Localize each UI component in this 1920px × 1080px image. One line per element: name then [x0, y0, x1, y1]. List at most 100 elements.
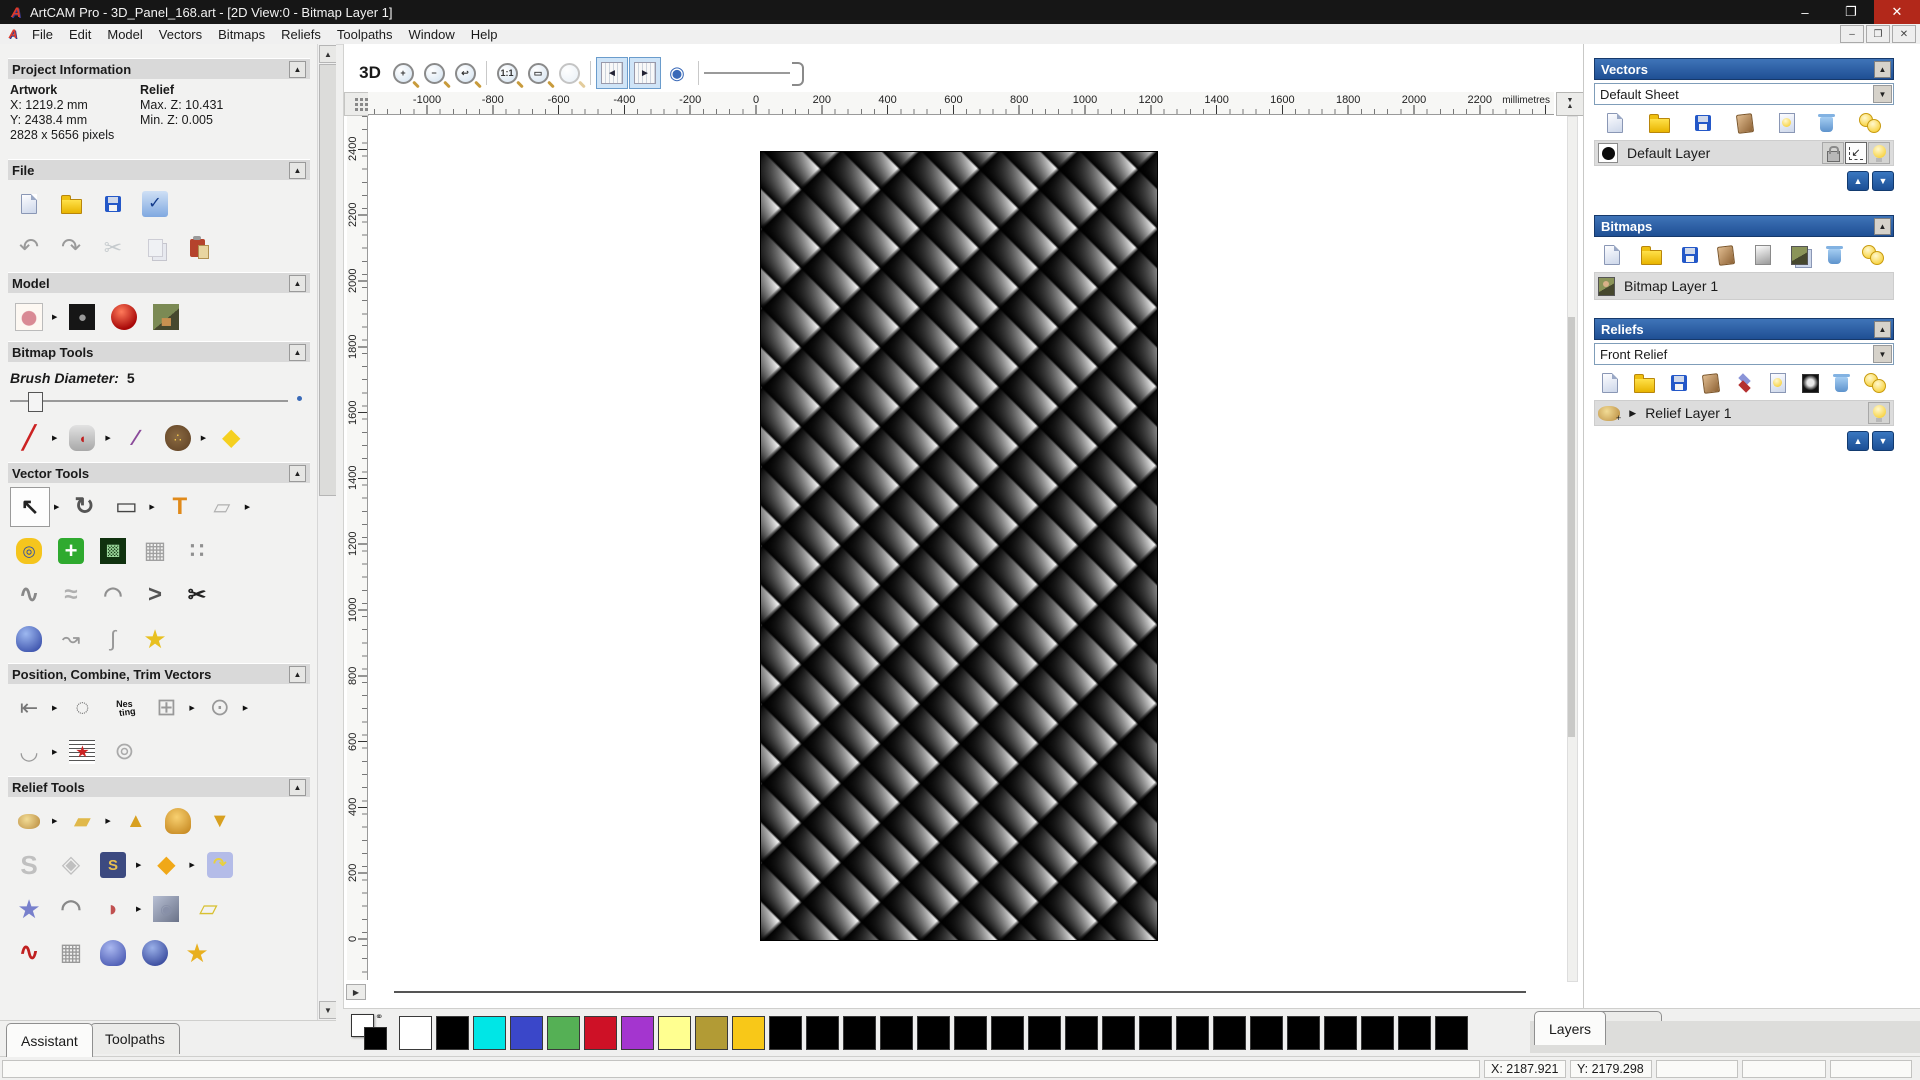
delete-vector-layer-icon[interactable] — [1808, 109, 1847, 137]
red-contour-tool[interactable]: ∿ — [10, 934, 48, 972]
lock-icon[interactable] — [1822, 142, 1844, 164]
colour-swatch[interactable] — [1176, 1016, 1209, 1050]
flyout-icon[interactable]: ▶ — [52, 313, 57, 321]
flyout-icon[interactable]: ▶ — [105, 434, 110, 442]
collapse-icon[interactable]: ▲ — [289, 343, 306, 361]
measure-tool-tool[interactable]: ▱ — [203, 488, 241, 526]
assistant-scrollbar[interactable]: ▲ ▼ — [317, 44, 336, 1020]
flyout-icon[interactable]: ▶ — [243, 704, 248, 712]
scroll-right-icon[interactable]: ▶ — [346, 984, 366, 1000]
bitmap-layer-row[interactable]: Bitmap Layer 1 — [1594, 272, 1894, 300]
tab-toolpaths[interactable]: Toolpaths — [90, 1023, 180, 1054]
flyout-icon[interactable]: ▶ — [136, 905, 141, 913]
mdi-close-button[interactable]: ✕ — [1892, 25, 1916, 43]
colour-swatch[interactable] — [1250, 1016, 1283, 1050]
colour-swatch[interactable] — [1435, 1016, 1468, 1050]
flyout-icon[interactable]: ▶ — [52, 817, 57, 825]
colour-swatch[interactable] — [658, 1016, 691, 1050]
flyout-icon[interactable]: ▶ — [52, 748, 57, 756]
fit-arcs-tool[interactable]: > — [136, 576, 174, 614]
zoom-fit-tool-button[interactable]: ▭ — [523, 58, 553, 88]
colour-swatch[interactable] — [1287, 1016, 1320, 1050]
node-editing-tool[interactable]: + — [52, 532, 90, 570]
paste-tool[interactable] — [178, 229, 216, 267]
envelope-distort-tool[interactable]: ▦ — [136, 532, 174, 570]
layer-name[interactable]: Relief Layer 1 — [1645, 405, 1731, 421]
greyscale-bitmap-icon[interactable] — [1745, 241, 1781, 269]
load-bitmap-tool[interactable]: ▄ — [147, 298, 185, 336]
model-canvas[interactable] — [760, 151, 1158, 941]
flyout-icon[interactable]: ▶ — [54, 503, 59, 511]
relief-layer-row[interactable]: + ▶ Relief Layer 1 — [1594, 400, 1894, 426]
menu-edit[interactable]: Edit — [61, 25, 99, 44]
save-bitmap-layer-icon[interactable] — [1672, 241, 1708, 269]
view-3d-button[interactable]: 3D — [353, 58, 387, 88]
mdi-minimize-button[interactable]: – — [1840, 25, 1864, 43]
select-vectors-tool[interactable]: ↖ — [10, 487, 50, 527]
new-model-tool[interactable] — [10, 185, 48, 223]
secondary-colour-chip[interactable] — [364, 1027, 387, 1050]
trim-vectors-tool[interactable]: ✂ — [178, 576, 216, 614]
zoom-out-tool-button[interactable]: − — [419, 58, 449, 88]
brush-diameter-slider[interactable] — [10, 392, 302, 412]
set-model-size-tool[interactable] — [10, 298, 48, 336]
texture-relief-tool[interactable]: ◈ — [52, 846, 90, 884]
create-plane-tool[interactable]: ▰ — [63, 802, 101, 840]
flyout-icon[interactable]: ▶ — [245, 503, 250, 511]
sphere-relief-tool[interactable] — [136, 934, 174, 972]
flyout-icon[interactable]: ▶ — [136, 861, 141, 869]
star-texture-tool[interactable]: ★ — [10, 890, 48, 928]
weave-relief-tool[interactable]: ▦ — [52, 934, 90, 972]
weld-vectors-tool[interactable]: ⊙ — [201, 689, 239, 727]
sheet-dropdown[interactable]: Default Sheet ▼ — [1594, 83, 1894, 105]
colour-swatch[interactable] — [1065, 1016, 1098, 1050]
colour-swatch[interactable] — [843, 1016, 876, 1050]
zoom-1to1-tool-button[interactable]: 1:1 — [492, 58, 522, 88]
smooth-relief-tool[interactable]: S — [10, 846, 48, 884]
colour-shading-toggle-button[interactable]: ◉ — [662, 58, 692, 88]
open-vector-layer-icon[interactable] — [1636, 109, 1683, 137]
colour-swatch[interactable] — [547, 1016, 580, 1050]
colour-swatch[interactable] — [1213, 1016, 1246, 1050]
colour-swatch[interactable] — [584, 1016, 617, 1050]
collapse-icon[interactable]: ▲ — [1874, 60, 1891, 78]
create-polyline-tool[interactable]: ∿ — [10, 576, 48, 614]
new-bitmap-layer-icon[interactable] — [1594, 241, 1630, 269]
extrude-vector-tool[interactable] — [10, 620, 48, 658]
delete-bitmap-layer-icon[interactable] — [1818, 241, 1851, 269]
menu-vectors[interactable]: Vectors — [151, 25, 210, 44]
scroll-down-icon[interactable]: ▼ — [319, 1001, 336, 1019]
vector-texture-tool[interactable]: ▩ — [94, 532, 132, 570]
menu-bitmaps[interactable]: Bitmaps — [210, 25, 273, 44]
save-model-tool[interactable] — [94, 185, 132, 223]
transform-vectors-tool[interactable]: ↻ — [65, 488, 103, 526]
collapse-icon[interactable]: ▲ — [289, 665, 306, 683]
menu-toolpaths[interactable]: Toolpaths — [329, 25, 401, 44]
colour-palette-tool[interactable]: ∴ — [159, 419, 197, 457]
scrollbar-thumb[interactable] — [1568, 317, 1575, 737]
vector-layer-row[interactable]: Default Layer ↙ — [1594, 140, 1894, 166]
colour-swatch[interactable] — [1398, 1016, 1431, 1050]
layer-name[interactable]: Default Layer — [1627, 145, 1710, 161]
sketch-polyline-tool[interactable]: ≈ — [52, 576, 90, 614]
collapse-icon[interactable]: ▲ — [289, 274, 306, 292]
menu-model[interactable]: Model — [99, 25, 150, 44]
maximize-button[interactable]: ❐ — [1828, 0, 1874, 24]
save-vector-layer-icon[interactable] — [1682, 109, 1724, 137]
layer-colour-chip[interactable] — [1598, 143, 1618, 163]
block-copy-rotate-tool[interactable]: ⊞ — [147, 689, 185, 727]
merge-vector-layers-icon[interactable] — [1724, 109, 1766, 137]
colour-swatch[interactable] — [991, 1016, 1024, 1050]
toggle-layer-visibility-icon[interactable] — [1766, 109, 1808, 137]
greyscale-view-tool[interactable]: ● — [63, 298, 101, 336]
colour-swatch[interactable] — [1139, 1016, 1172, 1050]
menu-reliefs[interactable]: Reliefs — [273, 25, 329, 44]
vertical-scrollbar[interactable] — [1567, 116, 1578, 982]
layer-name[interactable]: Bitmap Layer 1 — [1624, 278, 1718, 294]
raise-relief-tool[interactable] — [159, 802, 197, 840]
wrap-relief-tool[interactable]: ↷ — [201, 846, 239, 884]
zoom-objects-tool-button[interactable] — [554, 58, 584, 88]
block-array-copy-tool[interactable]: ∷ — [178, 532, 216, 570]
merge-relief-layers-icon[interactable] — [1695, 369, 1727, 397]
scrollbar-thumb[interactable] — [319, 64, 336, 496]
